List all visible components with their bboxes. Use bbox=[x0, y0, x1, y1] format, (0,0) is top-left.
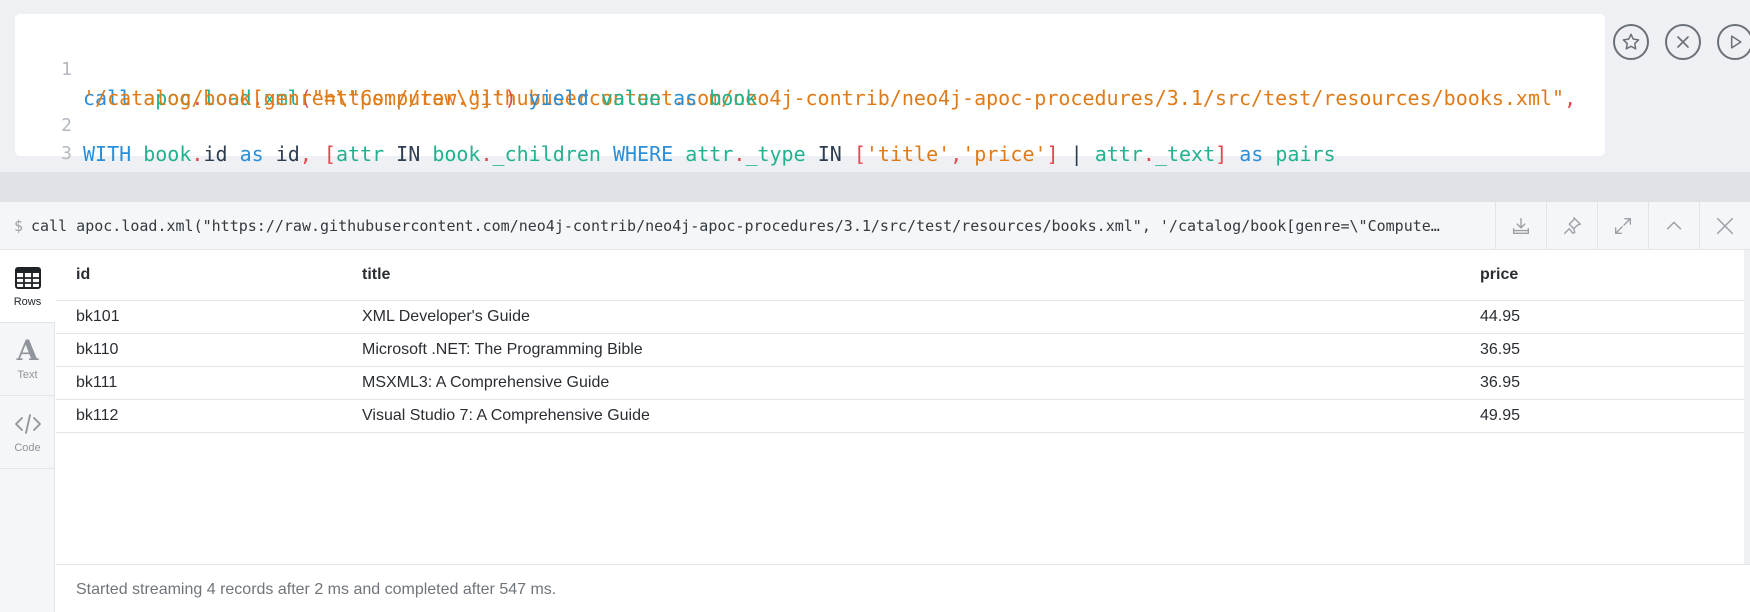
column-header-id[interactable]: id bbox=[56, 250, 342, 301]
frame-command-text: call apoc.load.xml("https://raw.githubus… bbox=[31, 217, 1440, 235]
cell-title: MSXML3: A Comprehensive Guide bbox=[342, 366, 1460, 400]
code-line-1-wrap: '/catalog/book[genre=\"Computer\"]') yie… bbox=[15, 56, 757, 110]
cell-title: Visual Studio 7: A Comprehensive Guide bbox=[342, 399, 1460, 433]
clear-editor-button[interactable] bbox=[1665, 24, 1701, 60]
query-editor[interactable]: 1 call apoc.load.xml("https://raw.github… bbox=[15, 14, 1605, 194]
favorite-button[interactable] bbox=[1613, 24, 1649, 60]
fullscreen-button[interactable] bbox=[1597, 202, 1648, 250]
code-text: '/catalog/book[genre=\"Computer\"]') yie… bbox=[83, 86, 758, 110]
table-row: bk111 MSXML3: A Comprehensive Guide 36.9… bbox=[56, 366, 1744, 400]
cell-price: 36.95 bbox=[1460, 333, 1744, 367]
cell-id: bk112 bbox=[56, 399, 342, 433]
collapse-button[interactable] bbox=[1648, 202, 1699, 250]
run-query-button[interactable] bbox=[1717, 24, 1750, 60]
table-icon bbox=[14, 267, 41, 289]
view-code-tab[interactable]: Code bbox=[0, 396, 55, 469]
query-editor-panel: 1 call apoc.load.xml("https://raw.github… bbox=[0, 0, 1750, 194]
cell-title: XML Developer's Guide bbox=[342, 300, 1460, 334]
close-frame-button[interactable] bbox=[1699, 202, 1750, 250]
text-icon: A bbox=[16, 334, 39, 367]
results-table: id title price bk101 XML Developer's Gui… bbox=[56, 250, 1744, 433]
code-line-3: 3 RETURN id, pairs[0] as title, pairs[1]… bbox=[15, 112, 649, 194]
frame-header: $ call apoc.load.xml("https://raw.githubu… bbox=[0, 202, 1750, 250]
download-button[interactable] bbox=[1495, 202, 1546, 250]
view-label: Code bbox=[14, 442, 41, 454]
table-header-row: id title price bbox=[56, 250, 1744, 301]
code-icon bbox=[14, 414, 41, 434]
expand-icon bbox=[1614, 217, 1632, 235]
status-text: Started streaming 4 records after 2 ms a… bbox=[76, 581, 557, 598]
pin-icon bbox=[1563, 217, 1581, 235]
view-switcher: Rows A Text Code bbox=[0, 250, 55, 612]
table-row: bk101 XML Developer's Guide 44.95 bbox=[56, 300, 1744, 334]
frame-command[interactable]: $ call apoc.load.xml("https://raw.githubu… bbox=[14, 217, 1454, 235]
column-header-title[interactable]: title bbox=[342, 250, 1460, 301]
code-line-1: 1 call apoc.load.xml("https://raw.github… bbox=[15, 28, 1576, 110]
close-icon bbox=[1677, 36, 1689, 48]
view-label: Rows bbox=[13, 296, 42, 308]
close-icon bbox=[1716, 217, 1734, 235]
code-text: WITH book.id as id, [attr IN book._child… bbox=[83, 142, 1336, 166]
cell-id: bk111 bbox=[56, 366, 342, 400]
table-row: bk112 Visual Studio 7: A Comprehensive G… bbox=[56, 399, 1744, 433]
column-header-price[interactable]: price bbox=[1460, 250, 1744, 301]
view-text-tab[interactable]: A Text bbox=[0, 323, 55, 396]
cell-id: bk101 bbox=[56, 300, 342, 334]
result-frame: $ call apoc.load.xml("https://raw.githubu… bbox=[0, 202, 1750, 612]
cell-id: bk110 bbox=[56, 333, 342, 367]
pin-button[interactable] bbox=[1546, 202, 1597, 250]
play-icon bbox=[1730, 35, 1742, 49]
prompt-symbol: $ bbox=[14, 217, 24, 235]
cell-title: Microsoft .NET: The Programming Bible bbox=[342, 333, 1460, 367]
cell-price: 44.95 bbox=[1460, 300, 1744, 334]
download-icon bbox=[1512, 217, 1530, 235]
code-line-2: 2 WITH book.id as id, [attr IN book._chi… bbox=[15, 84, 1335, 166]
status-bar: Started streaming 4 records after 2 ms a… bbox=[56, 564, 1750, 612]
results-scrollbar[interactable] bbox=[1744, 250, 1750, 612]
frame-header-buttons bbox=[1495, 202, 1750, 250]
view-label: Text bbox=[17, 369, 38, 381]
cell-price: 36.95 bbox=[1460, 366, 1744, 400]
results-table-area: id title price bk101 XML Developer's Gui… bbox=[56, 250, 1744, 564]
line-number: 3 bbox=[61, 143, 72, 164]
table-row: bk110 Microsoft .NET: The Programming Bi… bbox=[56, 333, 1744, 367]
panel-divider bbox=[0, 172, 1750, 202]
view-rows-tab[interactable]: Rows bbox=[0, 250, 55, 323]
star-icon bbox=[1622, 33, 1640, 50]
cell-price: 49.95 bbox=[1460, 399, 1744, 433]
chevron-up-icon bbox=[1666, 221, 1682, 230]
